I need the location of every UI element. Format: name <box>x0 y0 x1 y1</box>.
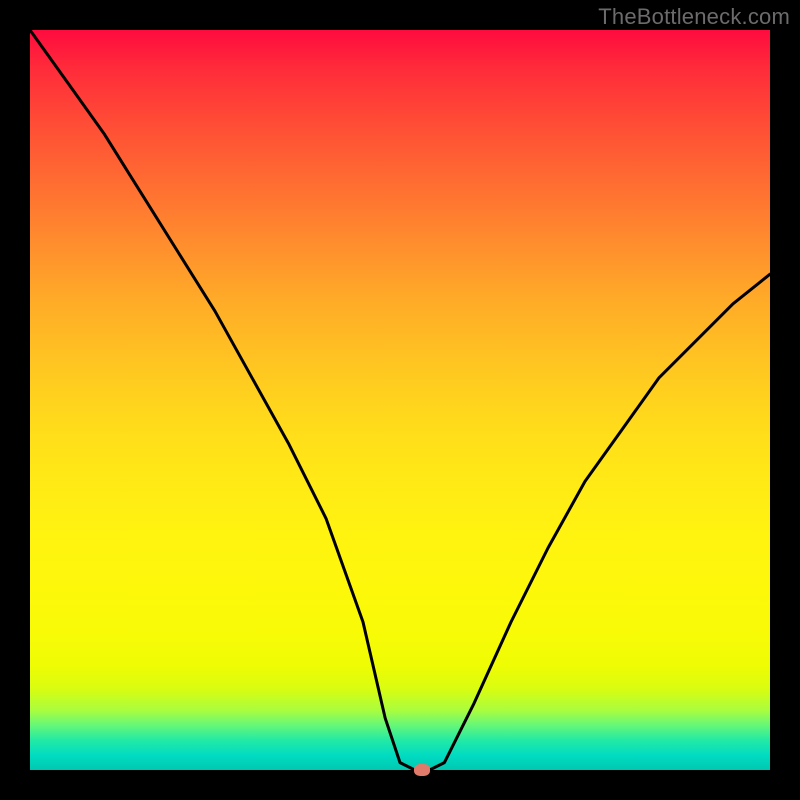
watermark-text: TheBottleneck.com <box>598 4 790 30</box>
bottleneck-curve <box>30 30 770 770</box>
optimum-marker <box>414 764 430 776</box>
plot-area <box>30 30 770 770</box>
curve-svg <box>30 30 770 770</box>
chart-frame: TheBottleneck.com <box>0 0 800 800</box>
